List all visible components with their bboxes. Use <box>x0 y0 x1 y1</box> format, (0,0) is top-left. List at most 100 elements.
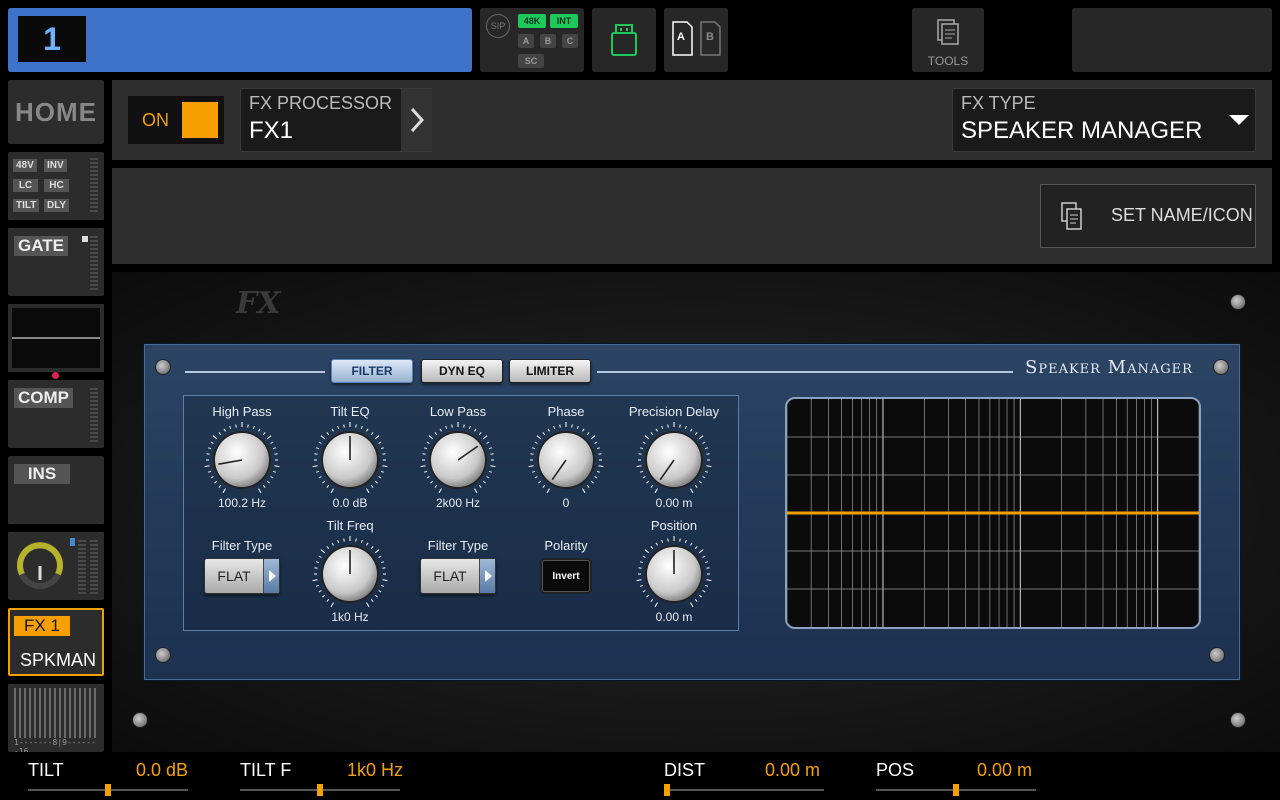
chevron-down-icon <box>1229 115 1249 125</box>
precision-delay-knob[interactable] <box>636 422 712 498</box>
bus-sends-section[interactable]: 1-------8|9-------16 <box>8 684 104 756</box>
channel-selector[interactable]: 1 <box>8 8 472 72</box>
low-pass-label: Low Pass <box>429 404 487 419</box>
highcut-badge: HC <box>44 179 69 192</box>
high-pass-knob[interactable] <box>204 422 280 498</box>
card-slots-button[interactable]: A B <box>664 8 728 72</box>
fx-on-label: ON <box>142 110 169 130</box>
fx-processor-selector[interactable]: FX PROCESSOR FX1 <box>240 88 432 152</box>
bottom-param-name-dist: DIST <box>664 760 706 780</box>
tilt-eq-label: Tilt EQ <box>330 404 370 419</box>
eq-curve-preview <box>12 308 100 368</box>
fx-type-dropdown-button[interactable] <box>1223 89 1255 151</box>
gate-meter <box>90 236 98 290</box>
gate-section[interactable]: GATE <box>8 228 104 296</box>
fx-header: ON FX PROCESSOR FX1 FX TYPE SPEAKER MANA… <box>112 80 1272 160</box>
precision-delay-label: Precision Delay <box>628 404 720 419</box>
screw-icon <box>155 359 171 375</box>
gate-label: GATE <box>14 236 68 256</box>
tilt-badge: TILT <box>13 199 40 212</box>
tilt-freq-value: 1k0 Hz <box>331 610 369 624</box>
tilt-freq-knob[interactable] <box>312 536 388 612</box>
blank-top-panel[interactable] <box>1072 8 1272 72</box>
fx-type-selector[interactable]: FX TYPE SPEAKER MANAGER <box>952 88 1256 152</box>
level-meter-r <box>90 540 98 594</box>
tools-button[interactable]: TOOLS <box>912 8 984 72</box>
screw-icon <box>1213 359 1229 375</box>
eq-section[interactable] <box>8 304 104 379</box>
screw-icon <box>1230 294 1246 310</box>
fx-processor-label: FX PROCESSOR <box>249 93 393 113</box>
high-pass-value: 100.2 Hz <box>217 496 267 510</box>
screw-icon <box>155 647 171 663</box>
sd-card-icon <box>672 21 721 56</box>
set-name-icon-button[interactable]: SET NAME/ICON <box>1040 184 1256 248</box>
delay-badge: DLY <box>44 199 70 212</box>
fx-on-button[interactable]: ON <box>128 96 224 144</box>
tilt-freq-slider-thumb[interactable] <box>317 784 323 796</box>
ins-label: INS <box>14 464 70 484</box>
screw-icon <box>1209 647 1225 663</box>
tab-limiter[interactable]: LIMITER <box>509 359 591 383</box>
clock-badge: INT <box>550 14 578 28</box>
precision-delay-value: 0.00 m <box>655 496 693 510</box>
filter-type-1-button[interactable]: FLAT <box>204 558 280 594</box>
phase-label: Phase <box>547 404 585 419</box>
filter-type-2-button[interactable]: FLAT <box>420 558 496 594</box>
tab-dyn-eq[interactable]: DYN EQ <box>421 359 503 383</box>
copy-icon <box>1061 202 1082 230</box>
insert-section[interactable]: INS <box>8 456 104 524</box>
fx-slot-name: SPKMAN <box>19 650 96 670</box>
position-slider-thumb[interactable] <box>953 784 959 796</box>
preamp-section[interactable]: 48V INV LC HC TILT DLY <box>8 152 104 220</box>
comp-meter <box>90 388 98 442</box>
usb-button[interactable] <box>592 8 656 72</box>
card-b-label: B <box>706 31 714 43</box>
high-pass-label: High Pass <box>212 404 272 419</box>
fx-slot-selected[interactable]: FX 1 SPKMAN <box>8 608 104 676</box>
fx-processor-value: FX1 <box>249 117 294 144</box>
tilt-slider-thumb[interactable] <box>105 784 111 796</box>
screw-icon <box>1230 712 1246 728</box>
pan-section[interactable] <box>8 532 104 600</box>
bottom-param-value-dist: 0.00 m <box>765 760 821 780</box>
filter-type-1-label: Filter Type <box>211 538 273 553</box>
status-indicator[interactable]: SIP 48K INT A B C SC <box>480 8 584 72</box>
bottom-param-value-pos: 0.00 m <box>977 760 1033 780</box>
distance-slider[interactable] <box>664 789 824 791</box>
fx-type-value: SPEAKER MANAGER <box>961 117 1203 144</box>
divider-line <box>185 371 325 373</box>
gate-key-indicator <box>82 236 88 242</box>
filter-type-2-value: FLAT <box>433 568 467 584</box>
position-value: 0.00 m <box>655 610 693 624</box>
tab-filter[interactable]: FILTER <box>331 359 413 383</box>
tilt-eq-value: 0.0 dB <box>332 496 368 510</box>
tilt-freq-label: Tilt Freq <box>326 518 374 533</box>
level-meter-l <box>78 540 86 594</box>
filter-type-2-label: Filter Type <box>427 538 489 553</box>
tools-label: TOOLS <box>927 54 969 68</box>
low-pass-knob[interactable] <box>420 422 496 498</box>
pan-indicator <box>70 538 75 546</box>
distance-slider-thumb[interactable] <box>664 784 670 796</box>
divider-line <box>597 371 1013 373</box>
position-knob[interactable] <box>636 536 712 612</box>
tilt-eq-knob[interactable] <box>312 422 388 498</box>
comp-section[interactable]: COMP <box>8 380 104 448</box>
speaker-manager-panel: FILTER DYN EQ LIMITER Speaker Manager Hi… <box>144 344 1240 680</box>
frequency-response-graph[interactable] <box>785 397 1201 629</box>
polarity-invert-button[interactable]: Invert <box>542 560 590 592</box>
home-button[interactable]: HOME <box>8 80 104 144</box>
bottom-param-value-tilt-f: 1k0 Hz <box>347 760 404 780</box>
fx-slot-tag: FX 1 <box>14 616 70 636</box>
position-label: Position <box>650 518 698 533</box>
bottom-param-name-tilt-f: TILT F <box>240 760 292 780</box>
bus-send-bars <box>14 688 98 738</box>
pan-knob-icon <box>17 542 63 589</box>
lowcut-badge: LC <box>13 179 38 192</box>
fx-logo: FX <box>236 286 281 321</box>
phase-knob[interactable] <box>528 422 604 498</box>
fx-processor-next-button[interactable] <box>401 89 432 151</box>
home-label: HOME <box>15 97 97 127</box>
triangle-right-icon <box>263 559 279 593</box>
